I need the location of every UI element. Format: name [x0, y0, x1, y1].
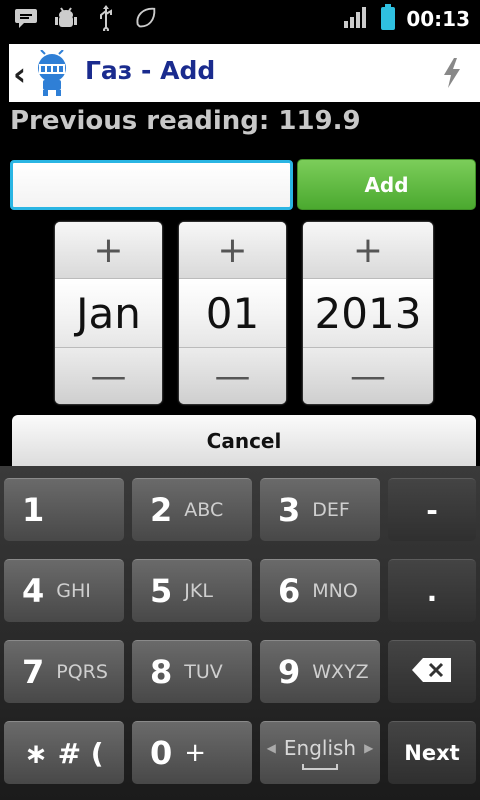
- key-1[interactable]: 1: [4, 478, 124, 541]
- key-9[interactable]: 9 WXYZ: [260, 640, 380, 703]
- key-2[interactable]: 2 ABC: [132, 478, 252, 541]
- day-value[interactable]: 01: [179, 278, 286, 348]
- key-5[interactable]: 5 JKL: [132, 559, 252, 622]
- usb-icon: [94, 5, 118, 31]
- key-dot[interactable]: .: [388, 559, 476, 622]
- chevron-left-icon: ◀: [266, 741, 276, 755]
- add-button[interactable]: Add: [297, 159, 476, 210]
- day-decrement-button[interactable]: —: [179, 348, 286, 404]
- chevron-right-icon: ▶: [364, 741, 374, 755]
- key-4[interactable]: 4 GHI: [4, 559, 124, 622]
- key-language[interactable]: ◀ English ▶: [260, 721, 380, 784]
- space-bar-icon: [302, 764, 338, 770]
- status-bar: 00:13: [0, 0, 480, 38]
- title-bar: ‹ Газ - Add: [9, 44, 480, 102]
- cancel-button[interactable]: Cancel: [12, 415, 476, 467]
- key-backspace[interactable]: [388, 640, 476, 703]
- back-chevron-icon[interactable]: ‹: [13, 55, 26, 93]
- flash-icon[interactable]: [440, 58, 464, 88]
- month-value[interactable]: Jan: [55, 278, 162, 348]
- year-value[interactable]: 2013: [303, 278, 433, 348]
- signal-icon: [344, 6, 370, 32]
- year-increment-button[interactable]: +: [303, 222, 433, 278]
- day-picker: + 01 —: [179, 222, 286, 404]
- year-picker: + 2013 —: [303, 222, 433, 404]
- android-debug-icon: [54, 6, 78, 30]
- battery-icon: [380, 4, 396, 34]
- key-minus[interactable]: -: [388, 478, 476, 541]
- month-decrement-button[interactable]: —: [55, 348, 162, 404]
- language-label: English: [283, 736, 357, 760]
- numeric-keyboard: 1 2 ABC 3 DEF - 4 GHI 5 JKL 6 MNO . 7 PQRS 8 TU…: [0, 466, 480, 800]
- key-8[interactable]: 8 TUV: [132, 640, 252, 703]
- chat-notification-icon: [14, 6, 38, 30]
- key-symbols[interactable]: ∗ # (: [4, 721, 124, 784]
- key-0[interactable]: 0 +: [132, 721, 252, 784]
- key-6[interactable]: 6 MNO: [260, 559, 380, 622]
- app-logo-icon[interactable]: [31, 49, 73, 96]
- previous-reading: Previous reading: 119.9: [10, 106, 361, 136]
- reading-input[interactable]: [10, 160, 293, 210]
- page-title: Газ - Add: [85, 56, 216, 85]
- key-next[interactable]: Next: [388, 721, 476, 784]
- backspace-icon: [411, 657, 453, 687]
- key-3[interactable]: 3 DEF: [260, 478, 380, 541]
- day-increment-button[interactable]: +: [179, 222, 286, 278]
- key-7[interactable]: 7 PQRS: [4, 640, 124, 703]
- month-picker: + Jan —: [55, 222, 162, 404]
- clock: 00:13: [406, 7, 470, 31]
- leaf-app-icon: [134, 6, 158, 30]
- month-increment-button[interactable]: +: [55, 222, 162, 278]
- year-decrement-button[interactable]: —: [303, 348, 433, 404]
